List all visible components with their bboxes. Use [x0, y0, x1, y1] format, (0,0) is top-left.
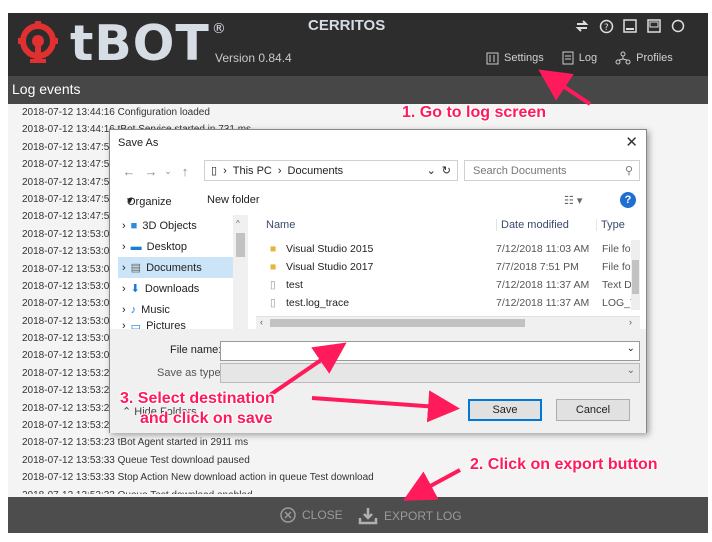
arrow-to-export — [402, 468, 461, 501]
annotation-step-2: 2. Click on export button — [470, 456, 658, 473]
annotation-step-3-line-1: 3. Select destination — [120, 390, 275, 407]
arrow-to-filename — [268, 342, 347, 397]
annotation-step-3-line-2: and click on save — [140, 410, 273, 427]
annotation-step-1: 1. Go to log screen — [402, 104, 547, 121]
arrow-to-save — [311, 390, 460, 423]
arrow-to-log — [538, 69, 592, 106]
